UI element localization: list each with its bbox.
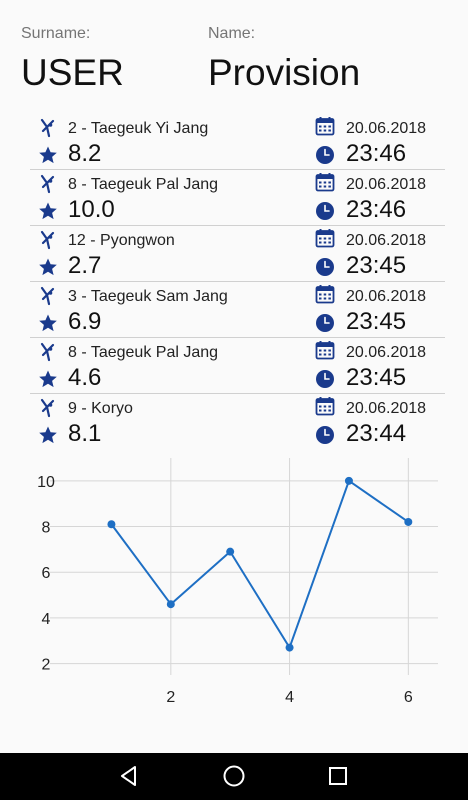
- taekwondo-kick-icon: [39, 286, 59, 306]
- time-value: 23:44: [346, 420, 407, 447]
- data-point: [166, 600, 175, 609]
- score-value: 2.7: [68, 252, 102, 279]
- star-icon: [38, 257, 58, 277]
- form-name: 8 - Taegeuk Pal Jang: [68, 344, 219, 361]
- name-value: Provision: [208, 52, 361, 93]
- recents-icon[interactable]: [323, 761, 353, 791]
- calendar-icon: [315, 116, 335, 136]
- list-item[interactable]: 9 - Koryo 8.1 20.06.2018 23:44: [30, 394, 445, 449]
- navigation-bar: [0, 753, 468, 800]
- data-point: [226, 547, 235, 556]
- form-name: 2 - Taegeuk Yi Jang: [68, 120, 209, 137]
- form-name: 3 - Taegeuk Sam Jang: [68, 288, 228, 305]
- back-icon[interactable]: [114, 761, 144, 791]
- data-point: [285, 643, 294, 652]
- clock-icon: [315, 369, 335, 389]
- clock-icon: [315, 201, 335, 221]
- taekwondo-kick-icon: [39, 230, 59, 250]
- time-value: 23:45: [346, 364, 407, 391]
- list-item[interactable]: 3 - Taegeuk Sam Jang 6.9 20.06.2018 23:45: [30, 282, 445, 338]
- star-icon: [38, 313, 58, 333]
- time-value: 23:45: [346, 252, 407, 279]
- time-value: 23:45: [346, 308, 407, 335]
- series-line: [110, 479, 409, 649]
- star-icon: [38, 369, 58, 389]
- calendar-icon: [315, 172, 335, 192]
- star-icon: [38, 425, 58, 445]
- data-point: [404, 517, 413, 526]
- star-icon: [38, 201, 58, 221]
- clock-icon: [315, 313, 335, 333]
- x-tick-label: 6: [404, 689, 413, 706]
- form-name: 8 - Taegeuk Pal Jang: [68, 176, 219, 193]
- name-label: Name:: [208, 25, 256, 42]
- y-tick-label: 10: [37, 474, 55, 491]
- list-item[interactable]: 8 - Taegeuk Pal Jang 10.0 20.06.2018 23:46: [30, 170, 445, 226]
- x-tick-label: 2: [166, 689, 175, 706]
- form-name: 9 - Koryo: [68, 400, 133, 417]
- calendar-icon: [315, 340, 335, 360]
- date-value: 20.06.2018: [346, 400, 427, 417]
- y-tick-label: 6: [42, 565, 51, 582]
- surname-label: Surname:: [21, 25, 91, 42]
- taekwondo-kick-icon: [39, 342, 59, 362]
- star-icon: [38, 145, 58, 165]
- y-tick-label: 8: [42, 520, 51, 537]
- score-value: 4.6: [68, 364, 102, 391]
- list-item[interactable]: 2 - Taegeuk Yi Jang 8.2 20.06.2018 23:46: [30, 114, 445, 170]
- surname-value: USER: [21, 52, 124, 93]
- home-icon[interactable]: [219, 761, 249, 791]
- form-name: 12 - Pyongwon: [68, 232, 175, 249]
- clock-icon: [315, 145, 335, 165]
- clock-icon: [315, 425, 335, 445]
- data-point: [344, 476, 353, 485]
- taekwondo-kick-icon: [39, 398, 59, 418]
- date-value: 20.06.2018: [346, 120, 427, 137]
- score-value: 8.2: [68, 140, 102, 167]
- score-chart-svg: 2 4 6 8 10 2 4 6: [37, 458, 438, 706]
- header: Surname: USER Name: Provision: [0, 0, 468, 110]
- calendar-icon: [315, 284, 335, 304]
- date-value: 20.06.2018: [346, 344, 427, 361]
- calendar-icon: [315, 228, 335, 248]
- results-list: 2 - Taegeuk Yi Jang 8.2 20.06.2018 23:46 8 -…: [30, 114, 445, 449]
- date-value: 20.06.2018: [346, 288, 427, 305]
- clock-icon: [315, 257, 335, 277]
- x-tick-label: 4: [285, 689, 294, 706]
- taekwondo-kick-icon: [39, 118, 59, 138]
- score-value: 8.1: [68, 420, 102, 447]
- data-point: [107, 520, 116, 529]
- taekwondo-kick-icon: [39, 174, 59, 194]
- list-item[interactable]: 12 - Pyongwon 2.7 20.06.2018 23:45: [30, 226, 445, 282]
- list-item[interactable]: 8 - Taegeuk Pal Jang 4.6 20.06.2018 23:45: [30, 338, 445, 394]
- score-value: 10.0: [68, 196, 115, 223]
- calendar-icon: [315, 396, 335, 416]
- y-tick-label: 4: [42, 611, 51, 628]
- y-tick-label: 2: [42, 657, 51, 674]
- date-value: 20.06.2018: [346, 176, 427, 193]
- score-value: 6.9: [68, 308, 102, 335]
- score-chart: 2 4 6 8 10 2 4 6: [0, 450, 468, 725]
- time-value: 23:46: [346, 196, 407, 223]
- date-value: 20.06.2018: [346, 232, 427, 249]
- time-value: 23:46: [346, 140, 407, 167]
